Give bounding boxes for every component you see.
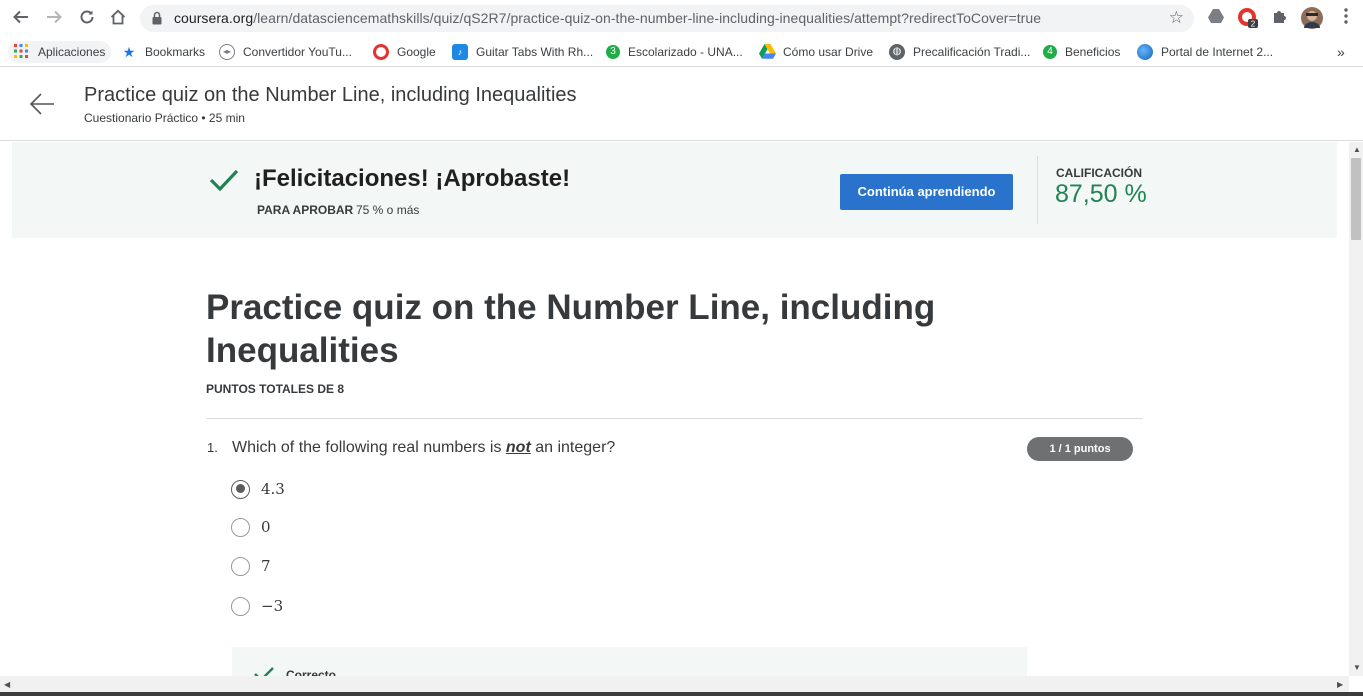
opera-ext-icon[interactable]: 2 <box>1238 8 1258 29</box>
drive-ext-icon[interactable] <box>1206 8 1226 28</box>
grade-value: 87,50 % <box>1055 180 1147 208</box>
pass-threshold-label: PARA APROBAR <box>257 203 354 217</box>
reload-icon[interactable] <box>77 8 97 28</box>
question-text: Which of the following real numbers is n… <box>232 439 616 456</box>
bookmark-bookmarks[interactable]: ★ Bookmarks <box>121 41 205 63</box>
scroll-up-icon[interactable]: ▲ <box>1353 145 1361 154</box>
tabs-icon: ♪ <box>452 44 468 60</box>
vertical-scrollbar[interactable]: ▲ ▼ <box>1349 142 1363 676</box>
scroll-down-icon[interactable]: ▼ <box>1353 663 1361 672</box>
back-arrow-icon[interactable] <box>28 92 56 116</box>
radio-unselected[interactable] <box>231 517 250 537</box>
congrats-message: ¡Felicitaciones! ¡Aprobaste! <box>254 165 571 192</box>
horizontal-scrollbar[interactable]: ◀ ▶ <box>0 676 1349 692</box>
check-icon <box>209 169 239 192</box>
feedback-label: Correcto <box>286 668 337 676</box>
scroll-left-icon[interactable]: ◀ <box>4 680 10 689</box>
radio-unselected[interactable] <box>231 556 250 576</box>
answer-option[interactable]: 4.3 <box>231 478 285 500</box>
globe-icon: ◍ <box>889 44 905 60</box>
divider <box>206 418 1143 419</box>
opera-icon <box>373 44 389 60</box>
lock-icon <box>152 11 162 25</box>
drive-icon <box>759 44 776 60</box>
chrome-menu-icon[interactable] <box>1336 8 1356 28</box>
pass-banner: ¡Felicitaciones! ¡Aprobaste! PARA APROBA… <box>12 142 1337 238</box>
bookmark-label: Aplicaciones <box>38 45 106 59</box>
answer-option[interactable]: −3 <box>231 595 283 617</box>
header-title: Practice quiz on the Number Line, includ… <box>84 84 577 106</box>
scroll-right-icon[interactable]: ▶ <box>1337 680 1343 689</box>
bookmark-portal[interactable]: Portal de Internet 2... <box>1137 41 1273 63</box>
bookmark-drive[interactable]: Cómo usar Drive <box>759 41 873 63</box>
bookmark-beneficios[interactable]: 4 Beneficios <box>1043 41 1120 63</box>
bookmark-converter[interactable]: ◂▸ Convertidor YouTu... <box>219 41 352 63</box>
bookmarks-bar: Aplicaciones ★ Bookmarks ◂▸ Convertidor … <box>0 36 1363 67</box>
bookmarks-overflow-icon[interactable]: » <box>1337 41 1345 63</box>
answer-option[interactable]: 0 <box>231 516 271 538</box>
bookmark-escolarizado[interactable]: 3 Escolarizado - UNA... <box>606 41 743 63</box>
pass-threshold-value: 75 % o más <box>356 203 420 217</box>
badge-4-icon: 4 <box>1043 45 1057 59</box>
earth-icon <box>1137 44 1153 60</box>
badge-3-icon: 3 <box>606 45 620 59</box>
extensions-puzzle-icon[interactable] <box>1270 8 1290 28</box>
apps-grid-icon <box>14 44 30 60</box>
profile-avatar[interactable] <box>1301 7 1323 29</box>
question-number: 1. <box>207 440 218 455</box>
main-content: ¡Felicitaciones! ¡Aprobaste! PARA APROBA… <box>0 142 1349 676</box>
check-icon <box>254 667 274 676</box>
scrollbar-thumb[interactable] <box>1351 158 1361 240</box>
home-icon[interactable] <box>108 8 128 28</box>
divider <box>1037 156 1038 224</box>
radio-selected[interactable] <box>231 479 250 499</box>
back-nav-icon[interactable] <box>11 8 31 28</box>
header-subtitle: Cuestionario Práctico • 25 min <box>84 111 245 125</box>
bookmark-apps[interactable]: Aplicaciones <box>8 41 112 63</box>
bookmark-precalificacion[interactable]: ◍ Precalificación Tradi... <box>889 41 1030 63</box>
bookmark-guitar-tabs[interactable]: ♪ Guitar Tabs With Rh... <box>452 41 593 63</box>
answer-option[interactable]: 7 <box>231 555 271 577</box>
svg-text:2: 2 <box>1251 20 1256 29</box>
feedback-box: Correcto <box>232 647 1027 676</box>
star-icon: ★ <box>122 44 136 60</box>
quiz-title: Practice quiz on the Number Line, includ… <box>206 288 936 370</box>
bookmark-star-icon[interactable]: ☆ <box>1169 8 1184 28</box>
address-bar[interactable]: coursera.org/learn/datasciencemathskills… <box>140 5 1194 32</box>
bookmark-google[interactable]: Google <box>373 41 436 63</box>
taskbar-edge <box>0 692 1363 696</box>
total-points: PUNTOS TOTALES DE 8 <box>206 382 345 396</box>
radio-unselected[interactable] <box>231 596 250 616</box>
converter-icon: ◂▸ <box>219 44 235 60</box>
forward-nav-icon[interactable] <box>44 8 64 28</box>
quiz-header: Practice quiz on the Number Line, includ… <box>0 68 1363 141</box>
grade-label: CALIFICACIÓN <box>1056 166 1142 180</box>
url-text: coursera.org/learn/datasciencemathskills… <box>174 10 1042 26</box>
points-badge: 1 / 1 puntos <box>1027 437 1133 461</box>
continue-learning-button[interactable]: Continúa aprendiendo <box>840 174 1013 210</box>
browser-toolbar: coursera.org/learn/datasciencemathskills… <box>0 0 1363 36</box>
